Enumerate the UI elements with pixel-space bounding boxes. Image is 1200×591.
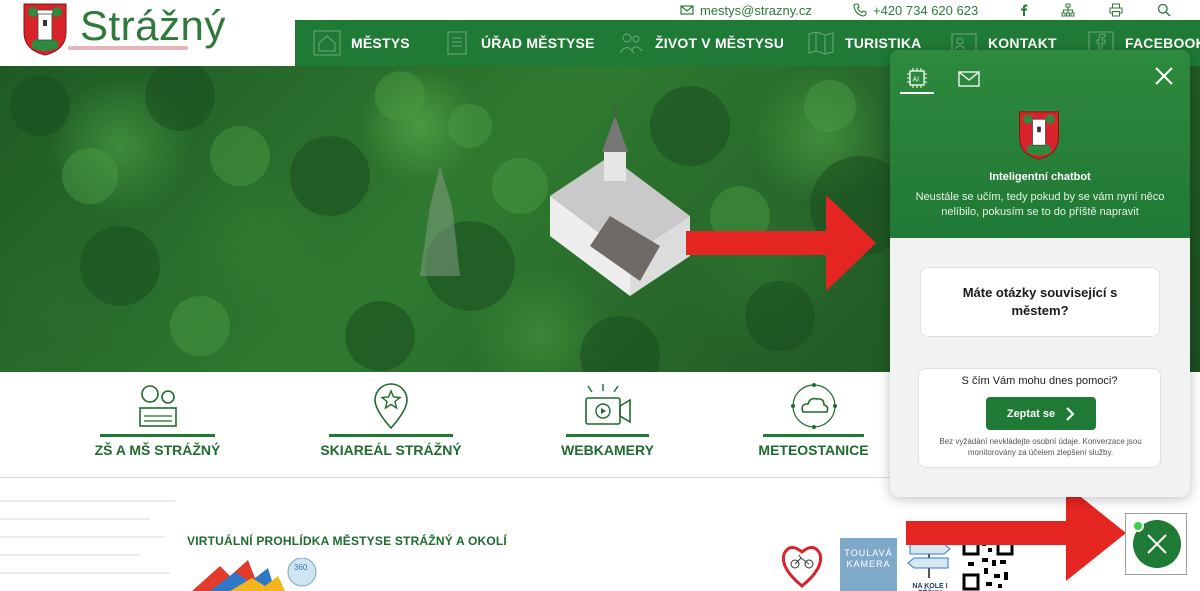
virtual-tour-image[interactable]: 360 [190,558,320,591]
site-title[interactable]: Strážný [80,2,226,50]
nav-label: ŽIVOT V MĚSTYSU [655,35,785,51]
people-icon [619,33,643,54]
partner-logo-heart[interactable] [778,538,826,591]
tab-ai-chat[interactable]: AI [900,64,934,94]
ask-button[interactable]: Zeptat se [986,397,1096,430]
town-crest-logo [1019,111,1059,160]
search-button[interactable] [1157,1,1171,19]
virtual-tour-title[interactable]: VIRTUÁLNÍ PROHLÍDKA MĚSTYSE STRÁŽNÝ A OK… [187,534,507,548]
nav-item-urad[interactable]: ÚŘAD MĚSTYSE [443,20,595,66]
quick-link-underline [763,434,864,437]
quick-link-meteo[interactable]: METEOSTANICE [758,380,869,458]
quick-link-webcams[interactable]: WEBKAMERY [561,380,654,458]
question-card[interactable]: Máte otázky související s městem? [920,267,1160,337]
chatbot-header: AI Inteligentní chatbot Neustále se učím… [890,50,1190,238]
utility-bar: mestys@strazny.cz +420 734 620 623 [295,0,1200,20]
site-logo-area[interactable]: Strážný [0,0,295,66]
ask-card: S čím Vám mohu dnes pomoci? Zeptat se Be… [918,368,1161,468]
ai-chip-icon: AI [907,68,927,88]
cloud-icon [790,383,837,429]
nav-label: KONTAKT [988,35,1057,51]
tab-email[interactable] [952,64,986,94]
quick-link-underline [329,434,453,437]
document-icon [447,31,467,55]
chatbot-body: Máte otázky související s městem? S čím … [890,238,1190,497]
phone-text: +420 734 620 623 [873,2,979,18]
nav-label: TURISTIKA [845,35,922,51]
ask-button-label: Zeptat se [1006,407,1056,420]
chatbot-panel: AI Inteligentní chatbot Neustále se učím… [890,50,1190,497]
print-link[interactable] [1109,1,1123,19]
quick-link-label: SKIAREÁL STRÁŽNÝ [320,442,462,458]
nav-item-zivot[interactable]: ŽIVOT V MĚSTYSU [617,20,784,66]
quick-link-label: METEOSTANICE [758,442,869,458]
privacy-note: Bez vyžádání nevkládejte osobní údaje. K… [939,437,1142,457]
chatbot-tabs: AI [900,64,986,94]
print-icon [1109,3,1123,17]
map-icon [808,31,834,55]
home-icon [313,30,341,56]
nav-label: FACEBOOK [1125,35,1200,51]
quick-link-label: WEBKAMERY [561,442,654,458]
chatbot-title: Inteligentní chatbot [989,171,1091,183]
quick-link-label: ZŠ A MŠ STRÁŽNÝ [94,442,221,458]
quick-links: ZŠ A MŠ STRÁŽNÝ SKIAREÁL STRÁŽNÝ WEBKAME… [0,372,890,478]
close-icon[interactable] [1154,66,1174,86]
facebook-icon [1021,4,1028,16]
online-status-dot [1132,520,1144,532]
partner-text: TOULAVÁ KAMERA [844,548,893,569]
nav-item-mestys[interactable]: MĚSTYS [313,20,410,66]
partner-text: NA KOLE I PĚŠKY [912,583,948,591]
town-crest-logo[interactable] [22,2,68,56]
quick-link-underline [566,434,649,437]
quick-link-underline [100,434,215,437]
phone-icon [853,3,867,17]
close-icon [1147,534,1167,554]
ai-badge-text: AI [913,77,920,84]
red-arrow-right [686,195,876,291]
mail-icon [680,5,694,15]
nav-label: MĚSTYS [351,35,410,51]
email-text: mestys@strazny.cz [700,2,812,18]
map-pin-star-icon [374,383,408,430]
page: Strážný mestys@strazny.cz +420 734 620 6… [0,0,1200,591]
nav-label: ÚŘAD MĚSTYSE [481,35,595,51]
facebook-link[interactable] [1017,1,1031,19]
sitemap-link[interactable] [1061,1,1075,19]
chatbot-subtitle: Neustále se učím, tedy pokud by se vám n… [915,191,1165,218]
chevron-right-icon [1066,406,1075,421]
title-underline [68,46,188,50]
email-link[interactable]: mestys@strazny.cz [680,1,812,19]
partner-logo-toulava-kamera[interactable]: TOULAVÁ KAMERA [840,538,897,591]
svg-text:360: 360 [294,563,308,572]
red-arrow-right [906,485,1126,581]
camera-icon [584,384,631,425]
mail-icon [958,71,980,87]
sitemap-icon [1061,3,1075,17]
quick-link-skiareal[interactable]: SKIAREÁL STRÁŽNÝ [320,380,462,458]
phone-link[interactable]: +420 734 620 623 [853,1,978,19]
church-illustration [550,106,690,296]
search-icon [1157,3,1171,17]
school-icon [138,385,177,427]
ask-prompt: S čím Vám mohu dnes pomoci? [961,375,1118,387]
quick-link-school[interactable]: ZŠ A MŠ STRÁŽNÝ [95,380,220,458]
